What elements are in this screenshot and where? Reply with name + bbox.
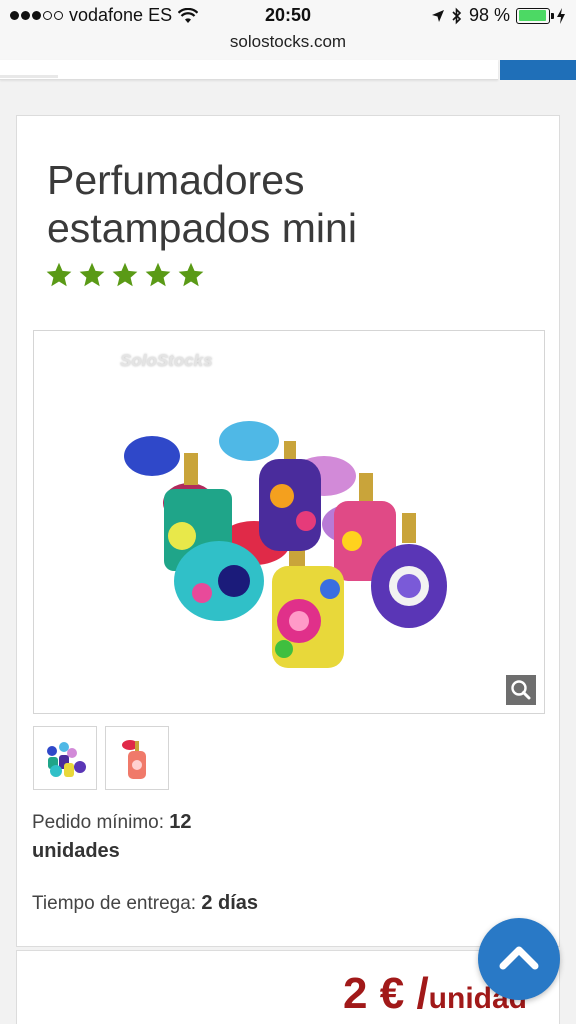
- star-icon: [46, 262, 72, 287]
- star-icon: [112, 262, 138, 287]
- product-card: Perfumadores estampados mini SoloStocks: [16, 115, 560, 947]
- star-icon: [79, 262, 105, 287]
- search-bar-remnant: [0, 60, 498, 80]
- bluetooth-icon: [452, 7, 462, 24]
- url-text: solostocks.com: [229, 32, 347, 51]
- delivery-time: Tiempo de entrega: 2 días: [32, 889, 258, 918]
- product-title: Perfumadores estampados mini: [47, 157, 357, 251]
- battery-icon: [516, 7, 554, 24]
- product-main-image[interactable]: SoloStocks: [33, 330, 545, 714]
- status-bar: vodafone ES 20:50 98 %: [0, 0, 576, 32]
- thumbnail-1-image: [47, 742, 86, 777]
- star-icon: [145, 262, 171, 287]
- minimum-order: Pedido mínimo: 12 unidades: [32, 808, 272, 866]
- zoom-button[interactable]: [506, 675, 536, 705]
- scroll-to-top-button[interactable]: [478, 918, 560, 1000]
- thumbnail-strip: [33, 726, 169, 790]
- thumbnail-1[interactable]: [33, 726, 97, 790]
- star-icon: [178, 262, 204, 287]
- thumbnail-2-image: [122, 740, 146, 779]
- delivery-time-value: 2 días: [201, 892, 259, 914]
- chevron-up-icon: [499, 946, 539, 970]
- minimum-order-label: Pedido mínimo:: [32, 812, 165, 833]
- rating-stars: [45, 261, 205, 289]
- battery-percent: 98 %: [468, 5, 510, 25]
- perfume-bottles-illustration: [124, 421, 447, 668]
- delivery-time-label: Tiempo de entrega:: [32, 893, 197, 914]
- header-strip: [0, 60, 576, 82]
- location-arrow-icon: [431, 9, 444, 22]
- price-amount: 2 € /: [343, 969, 429, 1018]
- thumbnail-2[interactable]: [105, 726, 169, 790]
- header-button[interactable]: [500, 60, 576, 80]
- zoom-icon: [511, 680, 531, 700]
- address-bar[interactable]: solostocks.com: [0, 30, 576, 60]
- status-right: 98 %: [431, 5, 566, 26]
- charging-icon: [557, 7, 565, 24]
- strip-tab: [0, 60, 58, 78]
